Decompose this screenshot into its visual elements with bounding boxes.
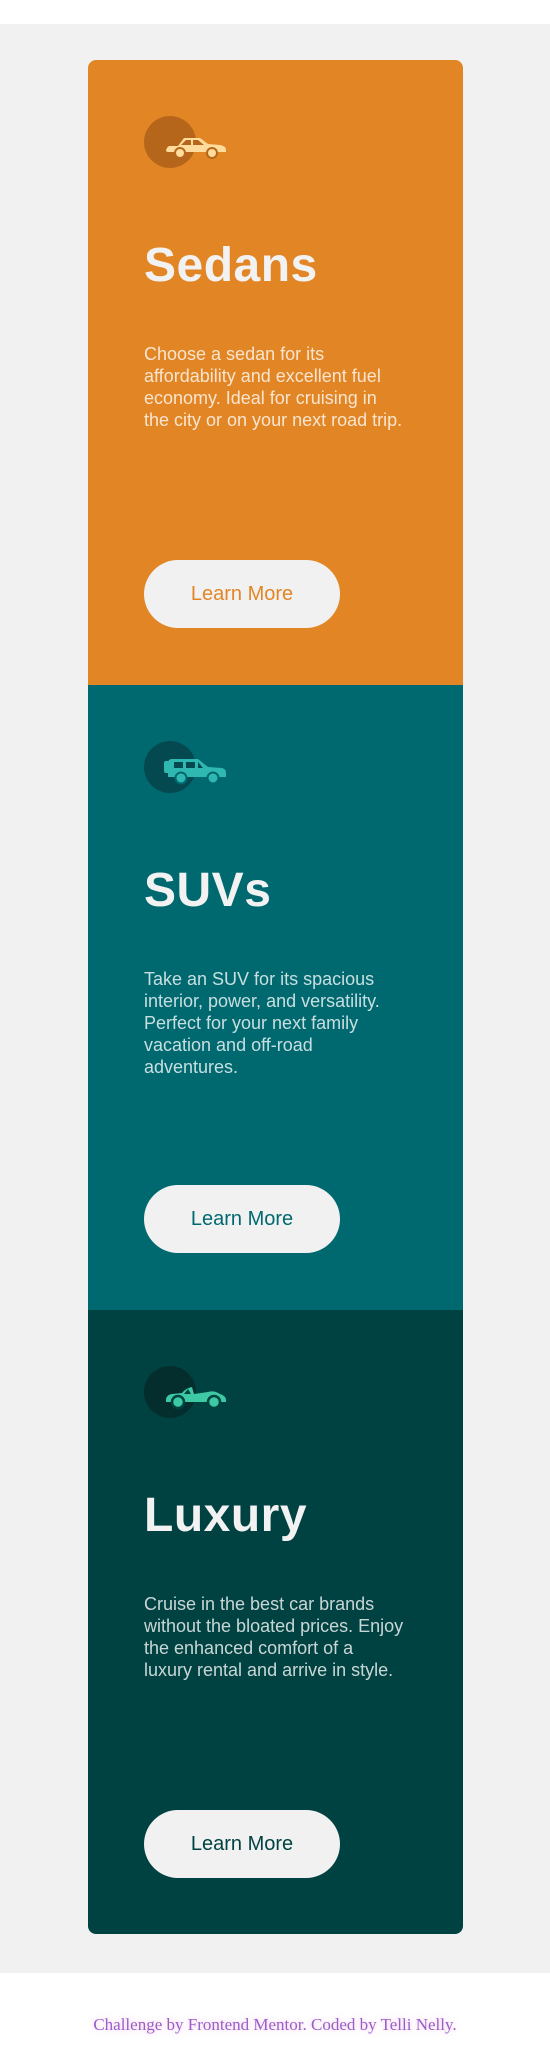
card-suvs: SUVs Take an SUV for its spacious interi… xyxy=(88,685,463,1310)
card-description: Cruise in the best car brands without th… xyxy=(144,1594,404,1680)
learn-more-button-sedans[interactable]: Learn More xyxy=(144,560,340,628)
learn-more-button-suvs[interactable]: Learn More xyxy=(144,1185,340,1253)
card-description: Choose a sedan for its affordability and… xyxy=(144,344,403,430)
card-description: Take an SUV for its spacious interior, p… xyxy=(144,969,380,1077)
page: Sedans Choose a sedan for its affordabil… xyxy=(0,0,550,2063)
sedan-car-svg xyxy=(166,138,226,159)
learn-more-button-luxury[interactable]: Learn More xyxy=(144,1810,340,1878)
cards-container: Sedans Choose a sedan for its affordabil… xyxy=(88,60,463,1934)
card-title: Luxury xyxy=(144,1489,308,1542)
card-sedans: Sedans Choose a sedan for its affordabil… xyxy=(88,60,463,685)
card-luxury: Luxury Cruise in the best car brands wit… xyxy=(88,1310,463,1934)
card-title: SUVs xyxy=(144,864,272,917)
sedan-car-icon xyxy=(144,116,228,168)
luxury-car-svg xyxy=(166,1387,226,1410)
suv-car-svg xyxy=(164,759,226,785)
attribution-text: Challenge by Frontend Mentor. Coded by T… xyxy=(93,2015,457,2034)
suv-car-icon xyxy=(144,741,228,793)
luxury-car-icon xyxy=(144,1366,228,1418)
card-title: Sedans xyxy=(144,239,318,292)
top-band xyxy=(0,0,550,24)
